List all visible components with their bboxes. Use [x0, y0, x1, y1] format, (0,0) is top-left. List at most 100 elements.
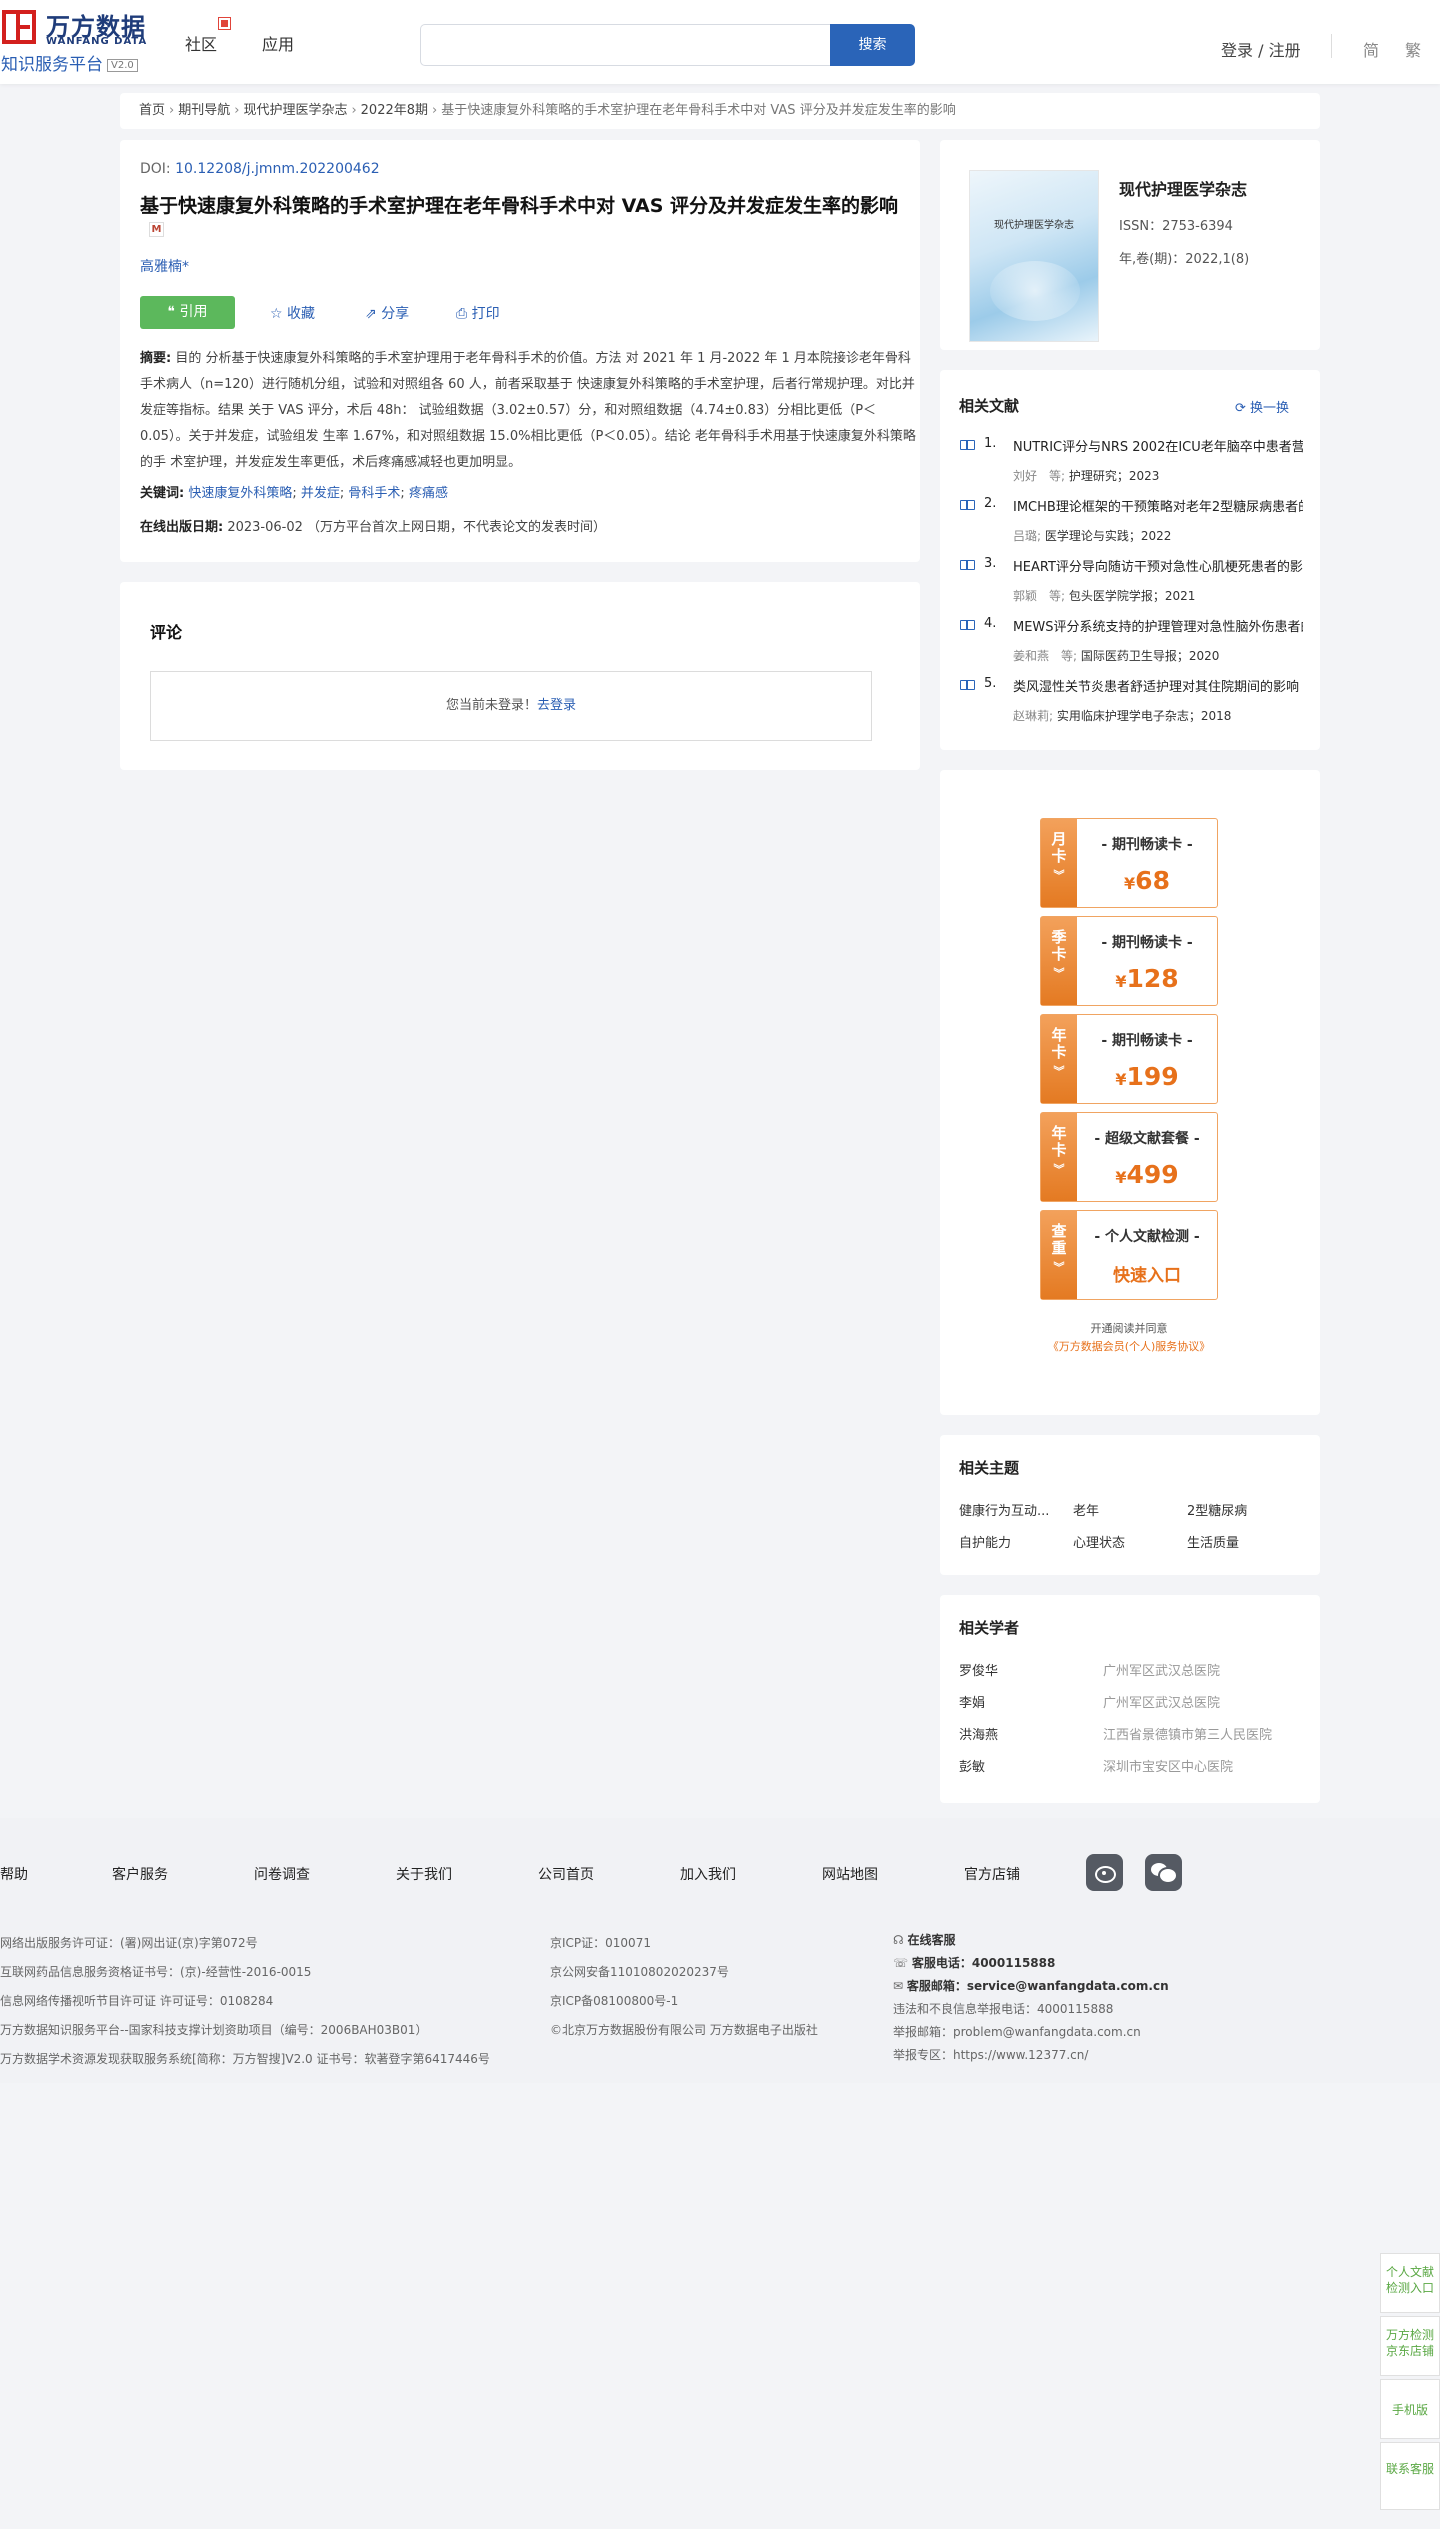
scholar-name-link[interactable]: 罗俊华: [959, 1660, 998, 1679]
doi-label: DOI:: [140, 161, 171, 177]
monthly-card[interactable]: 月卡 ︾ - 期刊畅读卡 - ¥68: [1040, 818, 1218, 908]
card-name: - 期刊畅读卡 -: [1101, 935, 1193, 951]
card-price: ¥199: [1077, 1062, 1217, 1091]
logo-sub: 知识服务平台 V2.0: [1, 50, 138, 75]
scholar-name-link[interactable]: 李娟: [959, 1692, 985, 1711]
license-line: 信息网络传播视听节目许可证 许可证号：0108284: [0, 1994, 274, 2008]
license-line: 互联网药品信息服务资格证书号：(京)-经营性-2016-0015: [0, 1965, 312, 1979]
online-service[interactable]: ☊ 在线客服: [893, 1929, 1169, 1952]
lang-traditional[interactable]: 繁: [1405, 37, 1421, 61]
card-name: - 期刊畅读卡 -: [1101, 837, 1193, 853]
wanfang-logo[interactable]: 万方数据 WANFANG DATA 知识服务平台 V2.0: [0, 6, 155, 76]
topic-link[interactable]: 生活质量: [1187, 1532, 1239, 1551]
scholar-name-link[interactable]: 洪海燕: [959, 1724, 998, 1743]
email-value[interactable]: service@wanfangdata.com.cn: [967, 1979, 1169, 1993]
super-package-card[interactable]: 年卡 ︾ - 超级文献套餐 - ¥499: [1040, 1112, 1218, 1202]
nav-apps[interactable]: 应用: [262, 31, 294, 55]
journal-cover[interactable]: 现代护理医学杂志: [969, 170, 1099, 342]
lit-title-link[interactable]: MEWS评分系统支持的护理管理对急性脑外伤患者的影响: [1013, 616, 1303, 635]
search-input[interactable]: [420, 24, 830, 66]
card-name: - 期刊畅读卡 -: [1101, 1033, 1193, 1049]
nav-community[interactable]: 社区: [185, 31, 217, 55]
scholars-panel: 相关学者 罗俊华 广州军区武汉总医院 李娟 广州军区武汉总医院 洪海燕 江西省景…: [940, 1595, 1320, 1803]
icp-line[interactable]: 京ICP证：010071: [550, 1929, 818, 1958]
card-side-text: 卡: [1051, 1043, 1067, 1061]
footer-link-service[interactable]: 客户服务: [112, 1864, 168, 1884]
lit-source: 包头医学院学报；2021: [1068, 589, 1196, 603]
related-literature-title: 相关文献: [959, 397, 1020, 415]
footer-link-sitemap[interactable]: 网站地图: [822, 1864, 878, 1884]
journal-name[interactable]: 现代护理医学杂志: [1119, 176, 1247, 200]
search-button[interactable]: 搜索: [830, 24, 915, 66]
lit-title-link[interactable]: IMCHB理论框架的干预策略对老年2型糖尿病患者的影响: [1013, 496, 1303, 515]
keyword-link[interactable]: 疼痛感: [409, 486, 448, 501]
weibo-icon[interactable]: [1086, 1854, 1123, 1891]
card-side: 年卡 ︾: [1041, 1113, 1077, 1201]
lit-num: 1.: [984, 436, 997, 451]
lit-title-link[interactable]: HEART评分导向随访干预对急性心肌梗死患者的影响: [1013, 556, 1303, 575]
refresh-button[interactable]: ⟳ 换一换: [1235, 397, 1289, 416]
float-personal-check[interactable]: 个人文献检测入口: [1380, 2253, 1440, 2313]
agreement-link[interactable]: 《万方数据会员(个人)服务协议》: [940, 1338, 1318, 1354]
footer-link-company[interactable]: 公司首页: [538, 1864, 594, 1884]
breadcrumb-home[interactable]: 首页: [139, 103, 165, 118]
lit-meta: 郭颖 等; 包头医学院学报；2021: [1013, 587, 1195, 604]
print-button[interactable]: ⎙ 打印: [456, 303, 500, 323]
share-button[interactable]: ⇗ 分享: [365, 303, 409, 323]
icp-line[interactable]: 京ICP备08100800号-1: [550, 1987, 818, 2016]
book-icon: [960, 440, 975, 450]
mail-icon: ✉: [893, 1979, 907, 1993]
float-contact-service[interactable]: 联系客服: [1380, 2442, 1440, 2510]
footer-link-store[interactable]: 官方店铺: [964, 1864, 1020, 1884]
journal-panel: 现代护理医学杂志 现代护理医学杂志 ISSN：2753-6394 年,卷(期)：…: [940, 140, 1320, 350]
topic-link[interactable]: 自护能力: [959, 1532, 1011, 1551]
author-link[interactable]: 高雅楠*: [140, 256, 189, 276]
lit-num: 4.: [984, 616, 997, 631]
float-jd-store[interactable]: 万方检测京东店铺: [1380, 2316, 1440, 2376]
topic-link[interactable]: 心理状态: [1073, 1532, 1125, 1551]
lit-source: 护理研究；2023: [1068, 469, 1160, 483]
yearly-card[interactable]: 年卡 ︾ - 期刊畅读卡 - ¥199: [1040, 1014, 1218, 1104]
footer-link-about[interactable]: 关于我们: [396, 1864, 452, 1884]
icp-line[interactable]: 京公网安备11010802020237号: [550, 1958, 818, 1987]
logo-en: WANFANG DATA: [46, 36, 148, 47]
scholar-name-link[interactable]: 彭敏: [959, 1756, 985, 1775]
wechat-icon[interactable]: [1145, 1854, 1182, 1891]
double-chevron-down-icon: ︾: [1053, 1163, 1065, 1176]
cite-button[interactable]: ❝ 引用: [140, 296, 235, 329]
price-value: 快速入口: [1113, 1266, 1181, 1286]
breadcrumb-journal[interactable]: 现代护理医学杂志: [243, 103, 347, 118]
lang-simplified[interactable]: 简: [1363, 37, 1379, 61]
lit-title-link[interactable]: 类风湿性关节炎患者舒适护理对其住院期间的影响: [1013, 676, 1303, 695]
plagiarism-check-card[interactable]: 查重 ︾ - 个人文献检测 - 快速入口: [1040, 1210, 1218, 1300]
footer-link-survey[interactable]: 问卷调查: [254, 1864, 310, 1884]
doi-link[interactable]: 10.12208/j.jmnm.202200462: [175, 161, 380, 177]
float-mobile[interactable]: 手机版: [1380, 2379, 1440, 2439]
topic-link[interactable]: 健康行为互动...: [959, 1500, 1049, 1519]
service-email: ✉ 客服邮箱：service@wanfangdata.com.cn: [893, 1975, 1169, 1998]
report-zone[interactable]: 举报专区：https://www.12377.cn/: [893, 2044, 1169, 2067]
keyword-link[interactable]: 骨科手术: [348, 486, 400, 501]
footer-link-join[interactable]: 加入我们: [680, 1864, 736, 1884]
login-register-link[interactable]: 登录 / 注册: [1221, 37, 1301, 61]
breadcrumb-journals[interactable]: 期刊导航: [178, 103, 230, 118]
book-icon: [960, 560, 975, 570]
breadcrumb-issue[interactable]: 2022年8期: [361, 103, 428, 118]
keyword-link[interactable]: 并发症: [301, 486, 340, 501]
scholar-org: 深圳市宝安区中心医院: [1103, 1760, 1234, 1775]
card-side-text: 卡: [1051, 1141, 1067, 1159]
lit-meta: 赵琳莉; 实用临床护理学电子杂志；2018: [1013, 707, 1231, 724]
print-label: 打印: [471, 306, 500, 322]
membership-panel: 月卡 ︾ - 期刊畅读卡 - ¥68 季卡 ︾ - 期刊畅读卡 - ¥128 年卡 ︾…: [940, 770, 1320, 1415]
lit-title-link[interactable]: NUTRIC评分与NRS 2002在ICU老年脑卒中患者营养风险评估中的比较: [1013, 436, 1303, 455]
quarterly-card[interactable]: 季卡 ︾ - 期刊畅读卡 - ¥128: [1040, 916, 1218, 1006]
keyword-link[interactable]: 快速康复外科策略: [188, 486, 292, 501]
go-login-link[interactable]: 去登录: [537, 698, 576, 713]
footer-link-help[interactable]: 帮助: [0, 1864, 28, 1884]
topic-link[interactable]: 2型糖尿病: [1187, 1500, 1247, 1519]
card-side: 查重 ︾: [1041, 1211, 1077, 1299]
card-side-text: 查: [1051, 1222, 1067, 1240]
topic-link[interactable]: 老年: [1073, 1500, 1099, 1519]
collect-button[interactable]: ☆ 收藏: [270, 303, 315, 323]
abstract-label: 摘要:: [140, 351, 172, 366]
